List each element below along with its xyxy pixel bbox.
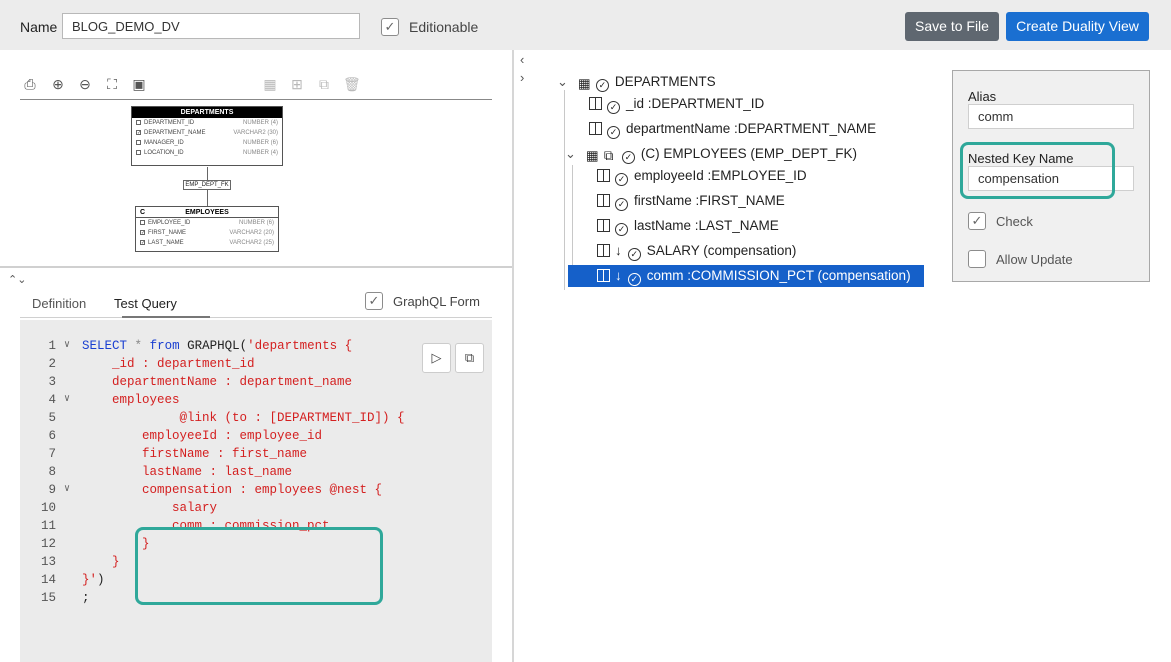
fit-screen-icon[interactable]: ⛶: [104, 76, 120, 92]
left-pane: ⎙ ⊕ ⊖ ⛶ ▣ ▦ ⊞ ⧉ 🗑 DEPARTMENTS DEPARTMENT…: [0, 50, 512, 662]
alias-input[interactable]: comm: [968, 104, 1134, 129]
tree-node-department-name[interactable]: ✓ departmentName :DEPARTMENT_NAME: [589, 118, 876, 140]
entity-row: MANAGER_ID NUMBER (6): [132, 138, 282, 148]
chevron-down-icon: ⌄: [557, 74, 568, 89]
actual-size-icon[interactable]: ▣: [131, 76, 147, 92]
check-circle-icon: ✓: [627, 273, 641, 286]
allow-update-label: Allow Update: [996, 252, 1073, 267]
tree-node-first-name[interactable]: ✓ firstName :FIRST_NAME: [597, 190, 785, 212]
column-icon: [589, 97, 602, 110]
departments-entity-title: DEPARTMENTS: [132, 107, 282, 118]
tab-definition[interactable]: Definition: [32, 296, 86, 311]
check-circle-icon: ✓: [627, 248, 641, 261]
chevron-left-icon[interactable]: ‹: [520, 52, 524, 67]
column-icon: [597, 269, 610, 282]
entity-row: ✓ DEPARTMENT_NAME VARCHAR2 (30): [136, 130, 278, 136]
arrow-down-icon: ↓: [615, 243, 622, 258]
column-icon: [597, 219, 610, 232]
table-icon: ▦: [585, 148, 599, 163]
alias-label: Alias: [968, 89, 997, 104]
table-icon[interactable]: ▦: [262, 76, 278, 92]
name-label: Name: [20, 19, 58, 35]
pane-splitter[interactable]: [0, 266, 512, 268]
editionable-checkbox[interactable]: ✓: [381, 18, 399, 36]
properties-panel: Alias comm Nested Key Name compensation …: [952, 70, 1150, 282]
check-circle-icon: ✓: [615, 173, 628, 186]
tree-node-last-name[interactable]: ✓ lastName :LAST_NAME: [597, 215, 779, 237]
editionable-label: Editionable: [409, 19, 479, 35]
export-icon[interactable]: ⎙: [22, 76, 38, 92]
check-circle-icon: ✓: [615, 223, 628, 236]
nest-highlight: [135, 527, 383, 605]
chevron-right-icon[interactable]: ›: [520, 70, 524, 85]
tree-node-departments[interactable]: ⌄ ▦ ✓ DEPARTMENTS: [557, 71, 716, 93]
fold-icon: ∨: [64, 340, 71, 351]
allow-update-checkbox[interactable]: [968, 250, 986, 268]
check-checkbox[interactable]: ✓: [968, 212, 986, 230]
add-column-icon[interactable]: ⊞: [289, 76, 305, 92]
arrow-down-icon: ↓: [615, 268, 622, 283]
tree-node-comm[interactable]: ↓ ✓ comm :COMMISSION_PCT (compensation): [568, 265, 924, 287]
link-icon[interactable]: ⧉: [316, 76, 332, 92]
tab-test-query[interactable]: Test Query: [114, 296, 177, 311]
nested-key-highlight: [960, 142, 1115, 199]
tree-node-id[interactable]: ✓ _id :DEPARTMENT_ID: [589, 93, 764, 115]
graphql-form-label: GraphQL Form: [393, 294, 480, 309]
column-icon: [597, 244, 610, 257]
diagram-separator: [20, 99, 492, 100]
column-icon: [597, 194, 610, 207]
check-label: Check: [996, 214, 1033, 229]
top-bar: Name BLOG_DEMO_DV ✓ Editionable Save to …: [0, 0, 1171, 50]
create-duality-view-button[interactable]: Create Duality View: [1006, 12, 1149, 41]
tree-node-employee-id[interactable]: ✓ employeeId :EMPLOYEE_ID: [597, 165, 807, 187]
entity-row: ✓ FIRST_NAME VARCHAR2 (20): [140, 230, 274, 236]
zoom-in-icon[interactable]: ⊕: [50, 76, 66, 92]
check-circle-icon: ✓: [615, 198, 628, 211]
save-to-file-button[interactable]: Save to File: [905, 12, 999, 41]
chevron-down-icon: ⌄: [565, 146, 576, 161]
check-circle-icon: ✓: [607, 101, 620, 114]
column-icon: [589, 122, 602, 135]
fold-icon: ∨: [64, 394, 71, 405]
query-editor[interactable]: ▷ ⧉ 1 ∨ SELECT * from GRAPHQL('departments…: [20, 320, 492, 662]
entity-row: EMPLOYEE_ID NUMBER (6): [136, 218, 278, 228]
trash-icon[interactable]: 🗑: [343, 76, 361, 92]
copy-icon: ⧉: [603, 148, 614, 163]
name-input[interactable]: BLOG_DEMO_DV: [62, 13, 360, 39]
entity-row: ✓ LAST_NAME VARCHAR2 (25): [140, 240, 274, 246]
collapse-expand-icon[interactable]: ⌃⌄: [8, 273, 26, 286]
departments-entity[interactable]: DEPARTMENTS DEPARTMENT_ID NUMBER (4) ✓ DEP…: [131, 106, 283, 166]
employees-entity-title: C EMPLOYEES: [136, 207, 278, 218]
column-icon: [597, 169, 610, 182]
tree-node-employees[interactable]: ⌄ ▦ ⧉ ✓ (C) EMPLOYEES (EMP_DEPT_FK): [565, 143, 857, 165]
check-circle-icon: ✓: [621, 151, 635, 164]
check-circle-icon: ✓: [607, 126, 620, 139]
entity-row: DEPARTMENT_ID NUMBER (4): [132, 118, 282, 128]
tree-guide: [564, 90, 565, 290]
zoom-out-icon[interactable]: ⊖: [77, 76, 93, 92]
tree-node-salary[interactable]: ↓ ✓ SALARY (compensation): [597, 240, 796, 262]
check-circle-icon: ✓: [595, 79, 609, 92]
active-tab-indicator: [122, 316, 210, 318]
fk-label[interactable]: EMP_DEPT_FK: [183, 180, 231, 190]
fold-icon: ∨: [64, 484, 71, 495]
table-icon: ▦: [577, 76, 591, 91]
entity-row: LOCATION_ID NUMBER (4): [132, 148, 282, 158]
graphql-form-checkbox[interactable]: ✓: [365, 292, 383, 310]
employees-entity[interactable]: C EMPLOYEES EMPLOYEE_ID NUMBER (6) ✓ FIRST_…: [135, 206, 279, 252]
